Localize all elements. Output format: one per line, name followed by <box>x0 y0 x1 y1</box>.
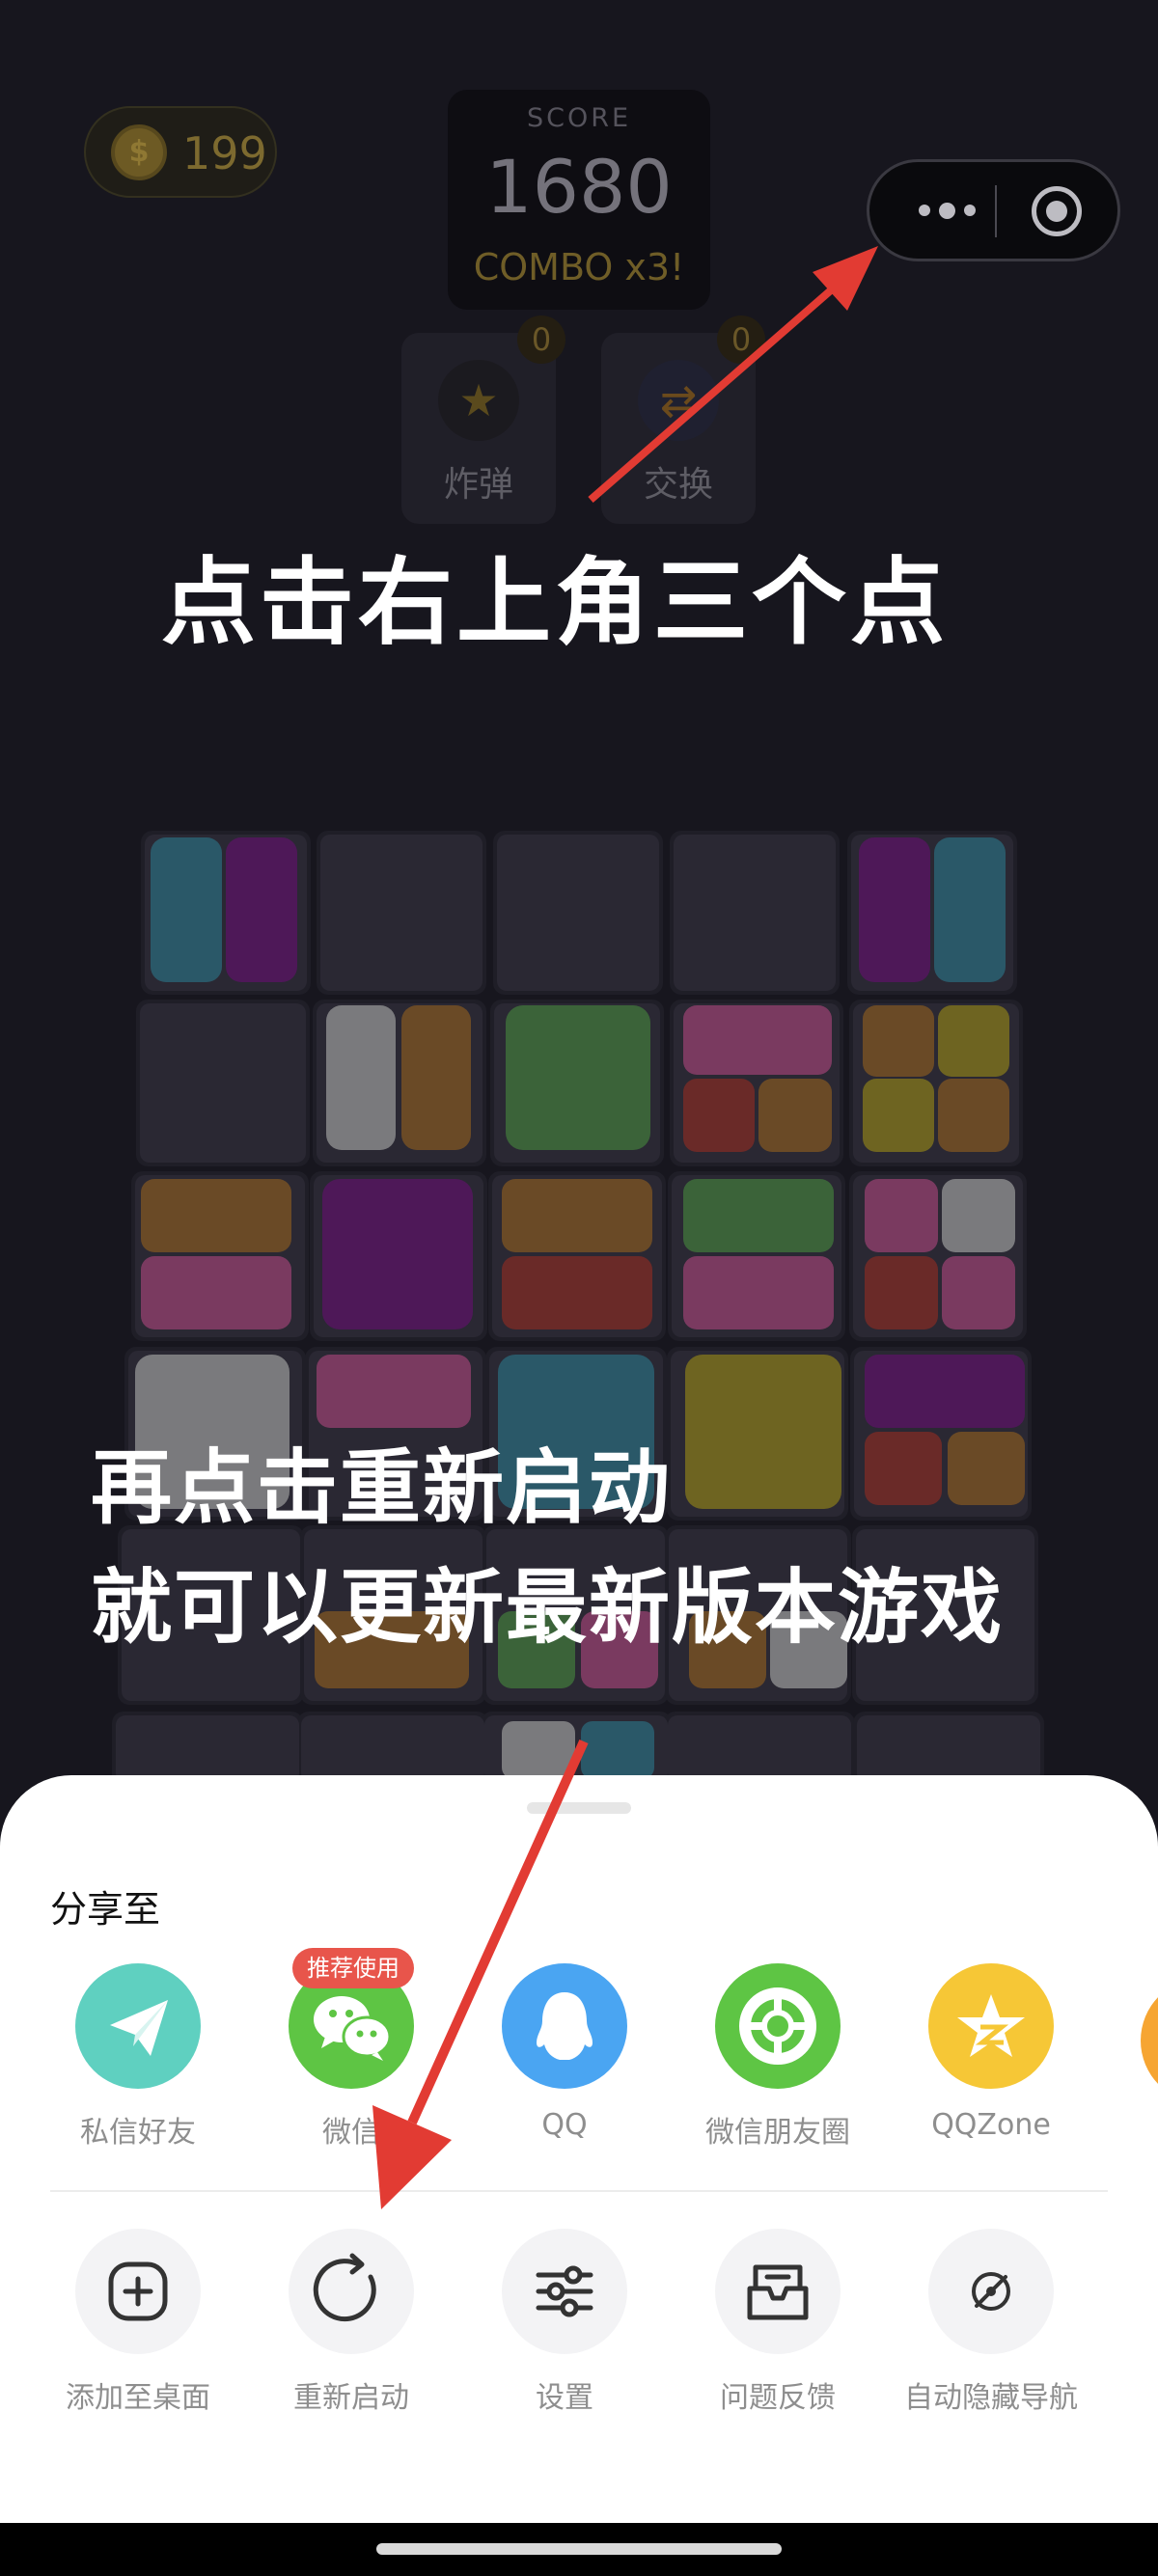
paper-plane-icon <box>75 1963 201 2089</box>
home-indicator[interactable] <box>376 2543 782 2555</box>
board-cell <box>140 1003 306 1163</box>
swap-icon: ⇄ <box>638 360 719 441</box>
tile-grey <box>942 1179 1015 1252</box>
tile-pink <box>683 1256 834 1329</box>
tile-brown <box>758 1079 832 1152</box>
sheet-title: 分享至 <box>50 1888 161 1931</box>
tile-grey <box>502 1721 575 1779</box>
settings-sliders-icon <box>502 2229 627 2354</box>
tile-purple <box>226 837 297 982</box>
instruction-line-3: 就可以更新最新版本游戏 <box>91 1560 1005 1655</box>
swap-label: 交换 <box>643 465 713 505</box>
game-screen: $ 199 SCORE 1680 COMBO x3! ★ 炸弹 0 ⇄ 交换 0… <box>0 0 1158 2576</box>
tile-green <box>506 1005 650 1150</box>
action-label: 问题反馈 <box>720 2381 836 2415</box>
tile-pink <box>141 1256 291 1329</box>
share-label: QQ <box>541 2108 588 2142</box>
tile-brown <box>141 1179 291 1252</box>
recommend-badge: 推荐使用 <box>292 1948 414 1988</box>
share-label: 微信 <box>322 2116 380 2150</box>
mini-program-capsule <box>867 159 1120 261</box>
share-label: QQZone <box>931 2108 1051 2142</box>
bomb-count-badge: 0 <box>517 315 565 364</box>
tile-red <box>683 1079 755 1152</box>
tile-purple <box>865 1355 1025 1428</box>
feedback-inbox-icon <box>715 2229 841 2354</box>
instruction-line-2: 再点击重新启动 <box>91 1440 673 1535</box>
instruction-block: 再点击重新启动 就可以更新最新版本游戏 <box>91 1428 1004 1667</box>
coin-icon: $ <box>111 124 167 180</box>
bomb-tool[interactable]: ★ 炸弹 0 <box>401 315 565 524</box>
board-cell <box>116 1715 299 1783</box>
action-label: 重新启动 <box>293 2381 409 2415</box>
board-cell <box>857 1715 1040 1783</box>
action-label: 设置 <box>536 2381 593 2415</box>
share-label: 微信朋友圈 <box>705 2116 850 2150</box>
tile-brown <box>863 1005 934 1077</box>
tile-red <box>502 1256 652 1329</box>
share-sheet: 分享至 私信好友 微信 推荐使用 QQ 微信朋友圈 QQZone 添加至桌面 重… <box>0 1775 1158 2528</box>
swap-tool[interactable]: ⇄ 交换 0 <box>601 315 765 524</box>
restart-icon <box>289 2229 414 2354</box>
swap-count-badge: 0 <box>717 315 765 364</box>
score-value: 1680 <box>485 144 673 230</box>
tile-brown <box>401 1005 471 1150</box>
tile-cyan <box>934 837 1006 982</box>
coin-count: 199 <box>182 127 267 179</box>
tile-purple <box>859 837 930 982</box>
tile-grey <box>326 1005 396 1150</box>
close-target-icon[interactable] <box>1032 186 1082 236</box>
qzone-star-icon <box>928 1963 1054 2089</box>
tile-green <box>683 1179 834 1252</box>
combo-text: COMBO x3! <box>473 246 685 288</box>
tile-pink <box>865 1179 938 1252</box>
bomb-icon: ★ <box>438 360 519 441</box>
score-panel: SCORE 1680 COMBO x3! <box>448 90 710 310</box>
more-dots-icon[interactable] <box>898 181 995 239</box>
score-label: SCORE <box>526 103 632 133</box>
coin-balance: $ 199 <box>84 106 277 198</box>
share-label: 私信好友 <box>80 2116 196 2150</box>
tile-yellow <box>938 1005 1009 1077</box>
tile-brown <box>938 1079 1009 1152</box>
action-label: 添加至桌面 <box>66 2381 210 2415</box>
board-cell <box>497 835 659 991</box>
tile-cyan <box>581 1721 654 1779</box>
add-to-desktop-icon <box>75 2229 201 2354</box>
board-cell <box>301 1715 484 1783</box>
board-cell <box>674 835 836 991</box>
moments-aperture-icon <box>715 1963 841 2089</box>
action-label: 自动隐藏导航 <box>904 2381 1078 2415</box>
tile-pink <box>683 1005 832 1075</box>
tile-red <box>865 1256 938 1329</box>
tile-purple <box>322 1179 473 1329</box>
board-cell <box>320 835 482 991</box>
tile-pink <box>317 1355 471 1428</box>
capsule-divider <box>995 185 997 237</box>
tile-yellow <box>863 1079 934 1152</box>
tile-pink <box>942 1256 1015 1329</box>
hide-navigation-icon <box>928 2229 1054 2354</box>
board-cell <box>668 1715 851 1783</box>
bomb-label: 炸弹 <box>443 465 513 505</box>
drag-handle[interactable] <box>527 1802 631 1814</box>
qq-penguin-icon <box>502 1963 627 2089</box>
sheet-divider <box>50 2190 1108 2192</box>
tile-cyan <box>151 837 222 982</box>
tile-brown <box>502 1179 652 1252</box>
instruction-line-1: 点击右上角三个点 <box>161 548 950 658</box>
